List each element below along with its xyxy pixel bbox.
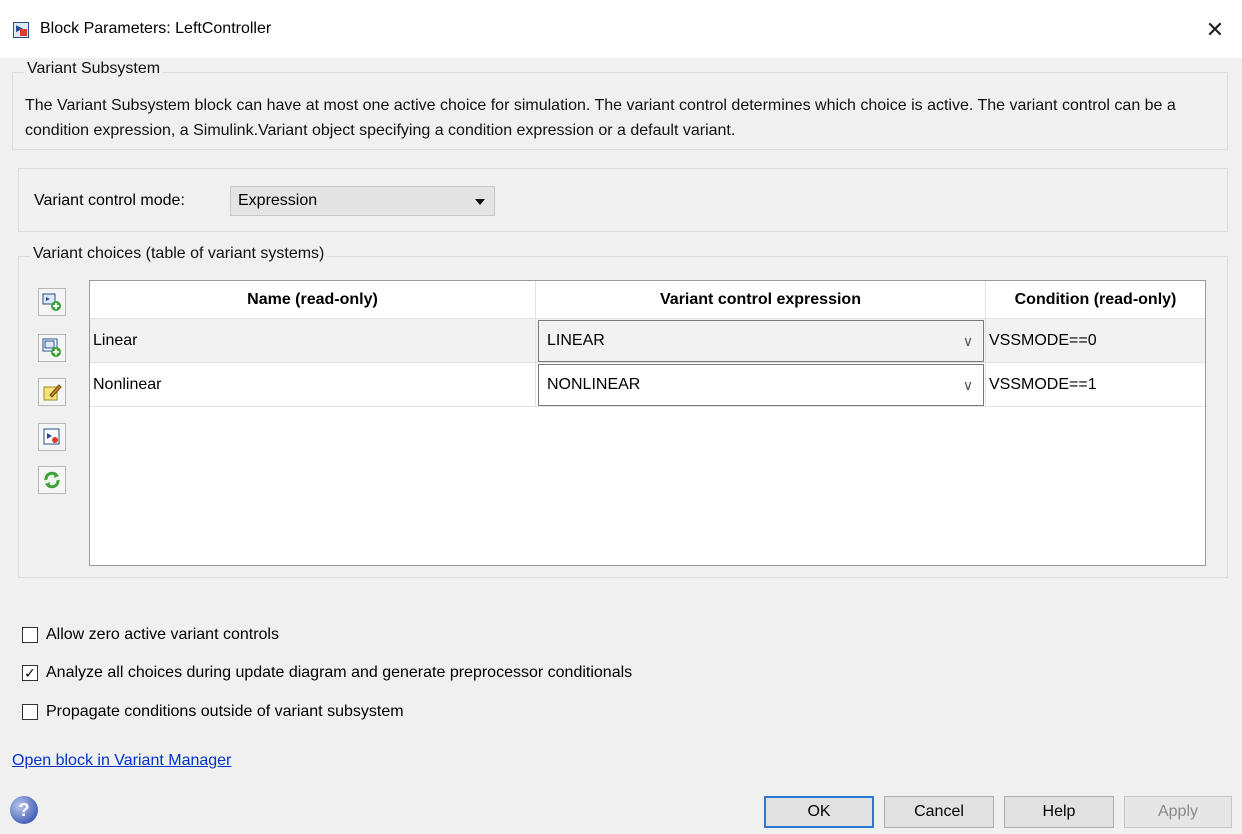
- propagate-conditions-checkbox[interactable]: [22, 704, 38, 720]
- allow-zero-active-checkbox[interactable]: [22, 627, 38, 643]
- allow-zero-active-label: Allow zero active variant controls: [46, 626, 279, 643]
- expression-value: LINEAR: [547, 332, 605, 349]
- analyze-all-choices-label: Analyze all choices during update diagra…: [46, 664, 633, 681]
- add-choice-icon: [42, 293, 61, 311]
- variant-choices-legend: Variant choices (table of variant system…: [30, 245, 328, 263]
- add-subsystem-choice-button[interactable]: [38, 334, 66, 362]
- control-mode-label: Variant control mode:: [34, 192, 185, 209]
- add-subsystem-choice-icon: [42, 338, 61, 357]
- table-row[interactable]: Nonlinear NONLINEAR ∨ VSSMODE==1: [90, 363, 1205, 407]
- window-title: Block Parameters: LeftController: [40, 20, 272, 37]
- apply-button: Apply: [1124, 796, 1232, 828]
- cell-name: Nonlinear: [90, 363, 536, 407]
- control-mode-group: [18, 168, 1228, 232]
- expression-combobox[interactable]: NONLINEAR ∨: [538, 364, 984, 406]
- open-block-icon: [43, 428, 60, 445]
- edit-icon: [43, 384, 62, 401]
- refresh-button[interactable]: [38, 466, 66, 494]
- control-mode-select[interactable]: Expression: [230, 186, 495, 216]
- chevron-down-icon: ∨: [962, 333, 974, 349]
- refresh-icon: [44, 471, 60, 489]
- edit-button[interactable]: [38, 378, 66, 406]
- expression-value: NONLINEAR: [547, 376, 641, 393]
- simulink-block-icon: ▶: [13, 22, 29, 38]
- cell-condition: VSSMODE==1: [986, 363, 1205, 407]
- close-icon[interactable]: ✕: [1195, 10, 1235, 50]
- propagate-conditions-label: Propagate conditions outside of variant …: [46, 703, 404, 720]
- help-icon[interactable]: ?: [10, 796, 38, 824]
- title-bar: ▶ Block Parameters: LeftController ✕: [0, 0, 1242, 58]
- caret-down-icon: [475, 199, 485, 205]
- variant-subsystem-description: The Variant Subsystem block can have at …: [25, 97, 1176, 139]
- table-row[interactable]: Linear LINEAR ∨ VSSMODE==0: [90, 319, 1205, 363]
- cell-condition: VSSMODE==0: [986, 319, 1205, 363]
- variant-subsystem-legend: Variant Subsystem: [24, 60, 164, 78]
- analyze-all-choices-checkbox[interactable]: ✓: [22, 665, 38, 681]
- chevron-down-icon: ∨: [962, 377, 974, 393]
- control-mode-value: Expression: [238, 192, 318, 209]
- column-header-name: Name (read-only): [90, 281, 536, 319]
- column-header-expression: Variant control expression: [536, 281, 986, 319]
- open-variant-manager-link[interactable]: Open block in Variant Manager: [12, 752, 231, 770]
- expression-combobox[interactable]: LINEAR ∨: [538, 320, 984, 362]
- column-header-condition: Condition (read-only): [986, 281, 1205, 319]
- add-choice-button[interactable]: [38, 288, 66, 316]
- cancel-button[interactable]: Cancel: [884, 796, 994, 828]
- help-button[interactable]: Help: [1004, 796, 1114, 828]
- cell-name: Linear: [90, 319, 536, 363]
- variant-choices-table: Name (read-only) Variant control express…: [89, 280, 1206, 566]
- ok-button[interactable]: OK: [764, 796, 874, 828]
- open-block-button[interactable]: [38, 423, 66, 451]
